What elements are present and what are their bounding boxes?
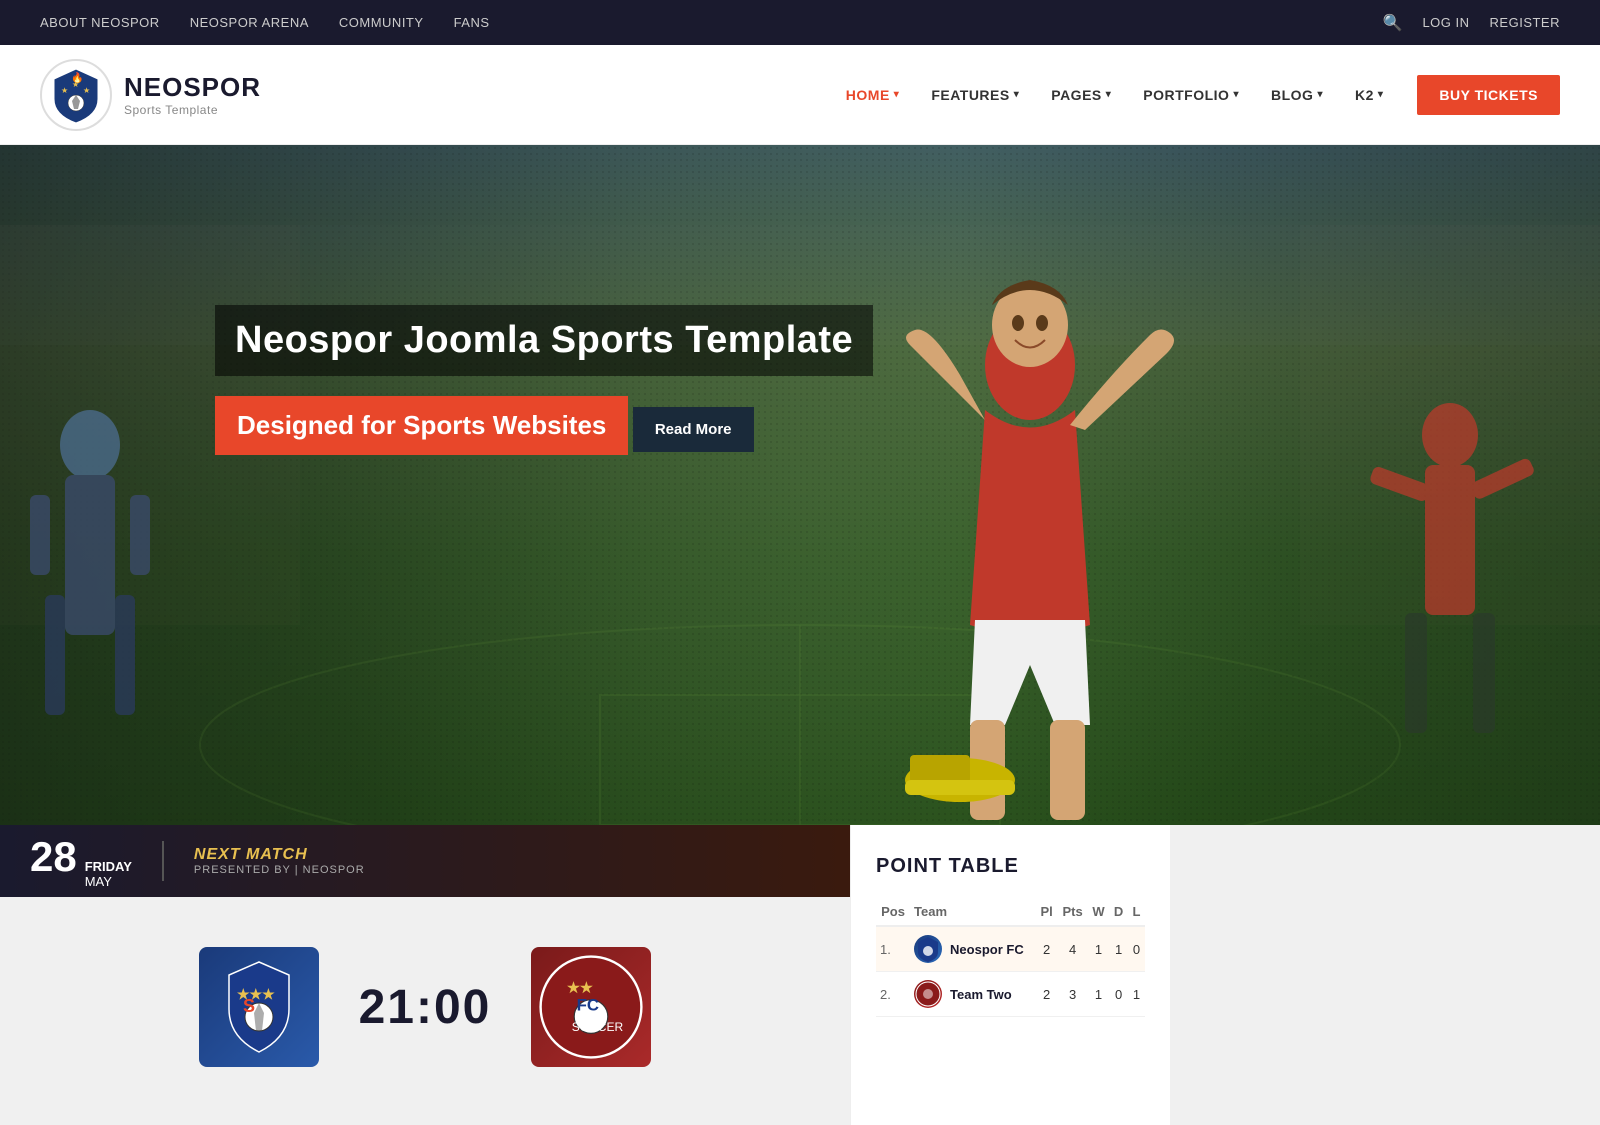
hero-title: Neospor Joomla Sports Template [215, 305, 873, 376]
menu-portfolio[interactable]: PORTFOLIO ▾ [1129, 77, 1253, 113]
row1-team-cell: Neospor FC [914, 935, 1032, 963]
row1-d: 1 [1115, 942, 1122, 957]
row2-d: 0 [1115, 987, 1122, 1002]
row2-pos: 2. [880, 987, 891, 1002]
hero-subtitle: Designed for Sports Websites [215, 396, 628, 455]
register-link[interactable]: REGISTER [1490, 15, 1560, 30]
search-icon[interactable]: 🔍 [1383, 13, 1403, 33]
match-content: ★★★ S 21:00 ★★ FC SOCCER [0, 927, 850, 1087]
row2-team-name: Team Two [950, 987, 1012, 1002]
row1-pos: 1. [880, 942, 891, 957]
svg-text:FC: FC [577, 996, 599, 1015]
top-nav: ABOUT NEOSPOR NEOSPOR ARENA COMMUNITY FA… [0, 0, 1600, 45]
table-row: 2. Team Two 2 3 [876, 972, 1145, 1017]
point-table: Pos Team Pl Pts W D L 1. [876, 898, 1145, 1017]
row1-pts: 4 [1069, 942, 1076, 957]
row1-w: 1 [1095, 942, 1102, 957]
menu-home[interactable]: HOME ▾ [832, 77, 914, 113]
menu-features[interactable]: FEATURES ▾ [917, 77, 1033, 113]
next-match-bar: 28 FRIDAY MAY NEXT MATCH PRESENTED BY | … [0, 825, 850, 897]
row2-l: 1 [1133, 987, 1140, 1002]
col-pts: Pts [1057, 898, 1087, 926]
col-d: D [1109, 898, 1128, 926]
row2-w: 1 [1095, 987, 1102, 1002]
match-date: 28 FRIDAY MAY [30, 833, 132, 889]
col-team: Team [910, 898, 1036, 926]
logo-icon: ★ ★ ★ 🔥 [40, 59, 112, 131]
row1-pl: 2 [1043, 942, 1050, 957]
main-nav: ★ ★ ★ 🔥 NEOSPOR Sports Template HOME ▾ F… [0, 45, 1600, 145]
left-player [0, 345, 180, 825]
menu-pages[interactable]: PAGES ▾ [1037, 77, 1125, 113]
next-match-subtitle: PRESENTED BY | NEOSPOR [194, 864, 365, 876]
col-w: W [1088, 898, 1110, 926]
top-nav-community[interactable]: COMMUNITY [339, 15, 424, 30]
svg-text:★: ★ [61, 86, 68, 95]
svg-text:★★: ★★ [567, 981, 593, 997]
match-section: 28 FRIDAY MAY NEXT MATCH PRESENTED BY | … [0, 825, 850, 1125]
svg-text:SOCCER: SOCCER [572, 1020, 624, 1034]
row1-badge [914, 935, 942, 963]
top-nav-fans[interactable]: FANS [454, 15, 490, 30]
svg-text:★: ★ [83, 86, 90, 95]
row2-pts: 3 [1069, 987, 1076, 1002]
right-player [1350, 345, 1550, 825]
match-time: 21:00 [359, 980, 492, 1035]
buy-tickets-button[interactable]: BUY TICKETS [1417, 75, 1560, 115]
next-match-title: NEXT MATCH [194, 846, 308, 864]
row1-team-name: Neospor FC [950, 942, 1024, 957]
col-pl: Pl [1036, 898, 1058, 926]
hero-read-more-button[interactable]: Read More [633, 407, 754, 452]
col-l: L [1128, 898, 1145, 926]
away-team-logo: ★★ FC SOCCER [531, 947, 651, 1067]
match-month: MAY [85, 874, 132, 889]
row2-badge [914, 980, 942, 1008]
match-day-text: FRIDAY MAY [85, 859, 132, 889]
top-nav-arena[interactable]: NEOSPOR ARENA [190, 15, 309, 30]
logo-area: ★ ★ ★ 🔥 NEOSPOR Sports Template [40, 59, 261, 131]
menu-blog[interactable]: BLOG ▾ [1257, 77, 1337, 113]
top-nav-right: 🔍 LOG IN REGISTER [1383, 13, 1560, 33]
menu-k2[interactable]: K2 ▾ [1341, 77, 1397, 113]
svg-text:S: S [243, 996, 255, 1016]
bottom-section: 28 FRIDAY MAY NEXT MATCH PRESENTED BY | … [0, 825, 1600, 1125]
svg-text:🔥: 🔥 [71, 71, 83, 84]
hero-content: Neospor Joomla Sports Template Designed … [215, 305, 873, 473]
table-row: 1. Neospor FC 2 [876, 926, 1145, 972]
row1-l: 0 [1133, 942, 1140, 957]
top-nav-links: ABOUT NEOSPOR NEOSPOR ARENA COMMUNITY FA… [40, 15, 490, 30]
next-match-label: NEXT MATCH PRESENTED BY | NEOSPOR [194, 846, 365, 876]
point-table-section: POINT TABLE Pos Team Pl Pts W D L 1. [850, 825, 1170, 1125]
row2-team-cell: Team Two [914, 980, 1032, 1008]
soccer-boot [900, 725, 1020, 805]
logo-text: NEOSPOR Sports Template [124, 72, 261, 117]
match-day-name: FRIDAY [85, 859, 132, 874]
main-menu: HOME ▾ FEATURES ▾ PAGES ▾ PORTFOLIO ▾ BL… [832, 75, 1560, 115]
logo-sub: Sports Template [124, 103, 261, 117]
match-day-number: 28 [30, 833, 77, 881]
match-divider [162, 841, 164, 881]
hero-section: Neospor Joomla Sports Template Designed … [0, 145, 1600, 825]
point-table-title: POINT TABLE [876, 855, 1145, 878]
hero-player-figure [830, 245, 1250, 825]
top-nav-about[interactable]: ABOUT NEOSPOR [40, 15, 160, 30]
login-link[interactable]: LOG IN [1422, 15, 1469, 30]
row2-pl: 2 [1043, 987, 1050, 1002]
home-team-logo: ★★★ S [199, 947, 319, 1067]
logo-name: NEOSPOR [124, 72, 261, 103]
col-pos: Pos [876, 898, 910, 926]
